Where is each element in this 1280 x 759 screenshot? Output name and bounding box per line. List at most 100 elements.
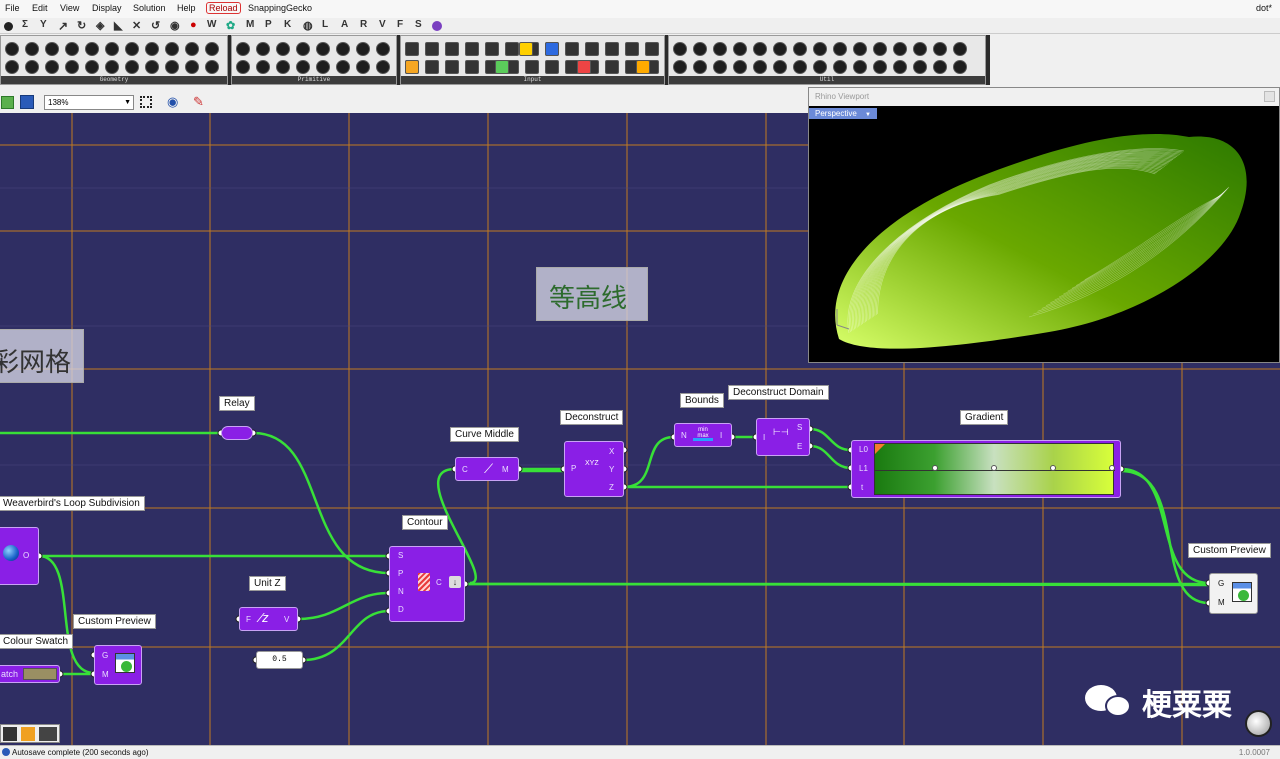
- component-icon[interactable]: [793, 60, 807, 74]
- unit-z-node[interactable]: F ⁄z V: [239, 607, 298, 631]
- component-icon[interactable]: [85, 60, 99, 74]
- menu-snappinggecko[interactable]: SnappingGecko: [248, 3, 312, 13]
- component-icon[interactable]: [545, 42, 559, 56]
- component-icon[interactable]: [316, 42, 330, 56]
- plugin-tab-icon[interactable]: ✿: [226, 19, 235, 32]
- component-icon[interactable]: [296, 42, 310, 56]
- open-file-icon[interactable]: [1, 96, 14, 109]
- save-file-icon[interactable]: [20, 95, 34, 109]
- curve-middle-node[interactable]: C ⟋ M: [455, 457, 519, 481]
- display-tab-icon[interactable]: ↺: [151, 19, 160, 32]
- menu-edit[interactable]: Edit: [32, 3, 48, 13]
- paint-brush-icon[interactable]: ✎: [193, 94, 204, 110]
- component-icon[interactable]: [5, 60, 19, 74]
- tab-p[interactable]: P: [265, 19, 272, 30]
- component-icon[interactable]: [893, 42, 907, 56]
- widget-profiler-icon[interactable]: [21, 727, 35, 741]
- weaverbird-node[interactable]: O: [0, 527, 39, 585]
- component-icon[interactable]: [145, 60, 159, 74]
- widget-markov-icon[interactable]: [3, 727, 17, 741]
- component-icon[interactable]: [519, 42, 533, 56]
- deconstruct-domain-node[interactable]: I ⊢⊣ S E: [756, 418, 810, 456]
- component-icon[interactable]: [125, 60, 139, 74]
- tab-weaverbird[interactable]: W: [207, 19, 216, 30]
- preview-eye-icon[interactable]: ◉: [167, 94, 178, 110]
- component-icon[interactable]: [45, 42, 59, 56]
- eye-tab-icon[interactable]: ◉: [170, 19, 180, 32]
- component-icon[interactable]: [495, 60, 509, 74]
- component-icon[interactable]: [276, 60, 290, 74]
- component-icon[interactable]: [773, 60, 787, 74]
- component-icon[interactable]: [585, 42, 599, 56]
- component-icon[interactable]: [953, 60, 967, 74]
- tab-v[interactable]: V: [379, 19, 386, 30]
- component-icon[interactable]: [933, 42, 947, 56]
- component-icon[interactable]: [165, 42, 179, 56]
- component-icon[interactable]: [336, 42, 350, 56]
- component-icon[interactable]: [145, 42, 159, 56]
- component-icon[interactable]: [853, 42, 867, 56]
- component-icon[interactable]: [45, 60, 59, 74]
- transform-tab-icon[interactable]: ✕: [132, 19, 141, 32]
- gradient-stop[interactable]: [1050, 465, 1056, 471]
- component-icon[interactable]: [953, 42, 967, 56]
- component-icon[interactable]: [893, 60, 907, 74]
- component-icon[interactable]: [693, 42, 707, 56]
- component-icon[interactable]: [565, 42, 579, 56]
- component-icon[interactable]: [376, 60, 390, 74]
- component-icon[interactable]: [505, 42, 519, 56]
- component-icon[interactable]: [605, 42, 619, 56]
- component-icon[interactable]: [853, 60, 867, 74]
- component-icon[interactable]: [405, 42, 419, 56]
- component-icon[interactable]: [296, 60, 310, 74]
- rhino-viewport[interactable]: Rhino Viewport Perspective ▼: [808, 87, 1280, 363]
- component-icon[interactable]: [165, 60, 179, 74]
- component-icon[interactable]: [645, 42, 659, 56]
- component-icon[interactable]: [236, 42, 250, 56]
- component-icon[interactable]: [65, 60, 79, 74]
- component-icon[interactable]: [485, 42, 499, 56]
- component-icon[interactable]: [25, 42, 39, 56]
- menu-reload[interactable]: Reload: [206, 2, 241, 14]
- component-icon[interactable]: [793, 42, 807, 56]
- params-tab-icon[interactable]: [4, 22, 13, 31]
- custom-preview-left-node[interactable]: G M: [94, 645, 142, 685]
- component-icon[interactable]: [913, 60, 927, 74]
- component-icon[interactable]: [833, 60, 847, 74]
- component-icon[interactable]: [933, 60, 947, 74]
- menu-view[interactable]: View: [60, 3, 79, 13]
- component-icon[interactable]: [733, 42, 747, 56]
- widget-compass-icon[interactable]: [39, 727, 57, 741]
- relay-node[interactable]: [221, 426, 253, 440]
- component-icon[interactable]: [125, 42, 139, 56]
- gradient-node[interactable]: L0 L1 t: [851, 440, 1121, 498]
- component-icon[interactable]: [185, 42, 199, 56]
- component-icon[interactable]: [105, 60, 119, 74]
- component-icon[interactable]: [673, 42, 687, 56]
- component-icon[interactable]: [753, 42, 767, 56]
- curve-tab-icon[interactable]: ↗: [58, 19, 68, 33]
- menu-solution[interactable]: Solution: [133, 3, 166, 13]
- colour-swatch-node[interactable]: atch: [0, 665, 60, 683]
- tab-k[interactable]: K: [284, 19, 291, 30]
- ladybug-tab-icon[interactable]: [432, 21, 442, 31]
- component-icon[interactable]: [733, 60, 747, 74]
- component-icon[interactable]: [833, 42, 847, 56]
- component-icon[interactable]: [525, 60, 539, 74]
- component-icon[interactable]: [256, 42, 270, 56]
- deconstruct-node[interactable]: P XYZ X Y Z: [564, 441, 624, 497]
- component-icon[interactable]: [545, 60, 559, 74]
- component-icon[interactable]: [913, 42, 927, 56]
- sketch-icon[interactable]: [140, 96, 152, 108]
- surface-tab-icon[interactable]: ↻: [77, 19, 86, 32]
- component-icon[interactable]: [85, 42, 99, 56]
- component-icon[interactable]: [405, 60, 419, 74]
- navigation-ball-icon[interactable]: [1245, 710, 1272, 737]
- tab-s[interactable]: S: [415, 19, 422, 30]
- bounds-node[interactable]: N min max I: [674, 423, 732, 447]
- tab-a[interactable]: A: [341, 19, 348, 30]
- component-icon[interactable]: [316, 60, 330, 74]
- component-icon[interactable]: [336, 60, 350, 74]
- component-icon[interactable]: [425, 60, 439, 74]
- component-icon[interactable]: [713, 60, 727, 74]
